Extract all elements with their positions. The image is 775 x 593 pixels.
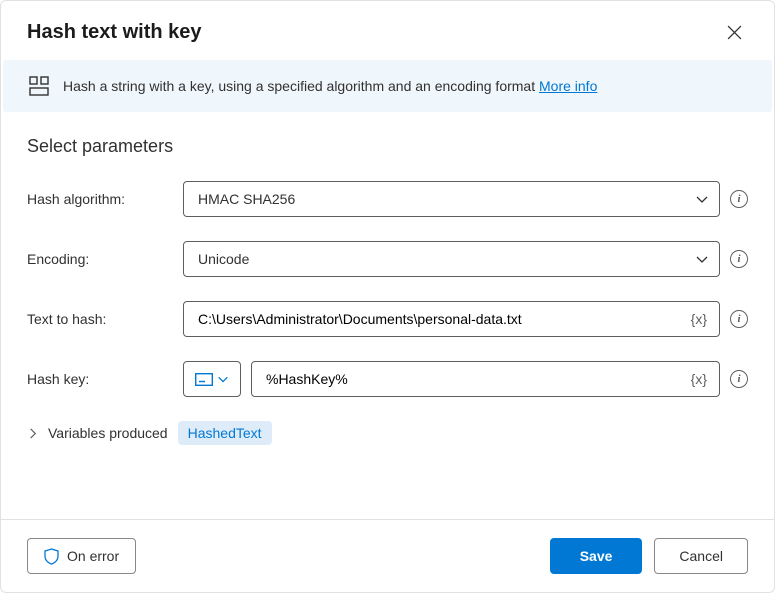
on-error-label: On error: [67, 548, 119, 564]
text-to-hash-row: Text to hash: {x} i: [27, 301, 748, 337]
dialog-body: Select parameters Hash algorithm: HMAC S…: [1, 112, 774, 519]
footer-actions: Save Cancel: [550, 538, 748, 574]
more-info-link[interactable]: More info: [539, 78, 597, 94]
section-title: Select parameters: [27, 136, 748, 157]
hash-key-var-button[interactable]: {x}: [687, 369, 711, 389]
close-button[interactable]: [721, 19, 748, 46]
text-to-hash-input[interactable]: [198, 311, 687, 327]
encoding-dropdown[interactable]: Unicode: [183, 241, 720, 277]
encoding-info-icon[interactable]: i: [730, 250, 748, 268]
hash-algorithm-value: HMAC SHA256: [198, 191, 295, 207]
text-to-hash-info-icon[interactable]: i: [730, 310, 748, 328]
hash-algorithm-label: Hash algorithm:: [27, 191, 183, 207]
chevron-right-icon: [27, 428, 38, 439]
dialog-footer: On error Save Cancel: [1, 519, 774, 592]
info-banner-desc: Hash a string with a key, using a specif…: [63, 78, 539, 94]
shield-icon: [44, 548, 59, 565]
encoding-label: Encoding:: [27, 251, 183, 267]
variable-chip[interactable]: HashedText: [178, 421, 272, 445]
close-icon: [727, 25, 742, 40]
encoding-value: Unicode: [198, 251, 249, 267]
chevron-down-icon: [695, 192, 709, 206]
hash-algorithm-row: Hash algorithm: HMAC SHA256 i: [27, 181, 748, 217]
input-mode-icon: [195, 373, 213, 386]
chevron-down-icon: [217, 373, 229, 385]
dialog-title: Hash text with key: [27, 21, 202, 44]
variables-produced-label: Variables produced: [48, 425, 168, 441]
save-button[interactable]: Save: [550, 538, 643, 574]
cancel-button[interactable]: Cancel: [654, 538, 748, 574]
info-banner: Hash a string with a key, using a specif…: [3, 60, 772, 112]
hash-key-label: Hash key:: [27, 371, 183, 387]
info-banner-text: Hash a string with a key, using a specif…: [63, 78, 597, 94]
text-to-hash-label: Text to hash:: [27, 311, 183, 327]
hash-algorithm-dropdown[interactable]: HMAC SHA256: [183, 181, 720, 217]
hash-key-info-icon[interactable]: i: [730, 370, 748, 388]
action-icon: [29, 76, 49, 96]
hash-key-row: Hash key: {x} i: [27, 361, 748, 397]
on-error-button[interactable]: On error: [27, 538, 136, 574]
hash-key-mode-selector[interactable]: [183, 361, 241, 397]
hash-key-input[interactable]: [266, 371, 687, 387]
text-to-hash-var-button[interactable]: {x}: [687, 309, 711, 329]
encoding-row: Encoding: Unicode i: [27, 241, 748, 277]
hash-key-input-wrap: {x}: [251, 361, 720, 397]
chevron-down-icon: [695, 252, 709, 266]
hash-algorithm-info-icon[interactable]: i: [730, 190, 748, 208]
variables-produced-row[interactable]: Variables produced HashedText: [27, 421, 748, 445]
dialog-header: Hash text with key: [1, 1, 774, 60]
dialog: Hash text with key Hash a string with a …: [0, 0, 775, 593]
text-to-hash-input-wrap: {x}: [183, 301, 720, 337]
